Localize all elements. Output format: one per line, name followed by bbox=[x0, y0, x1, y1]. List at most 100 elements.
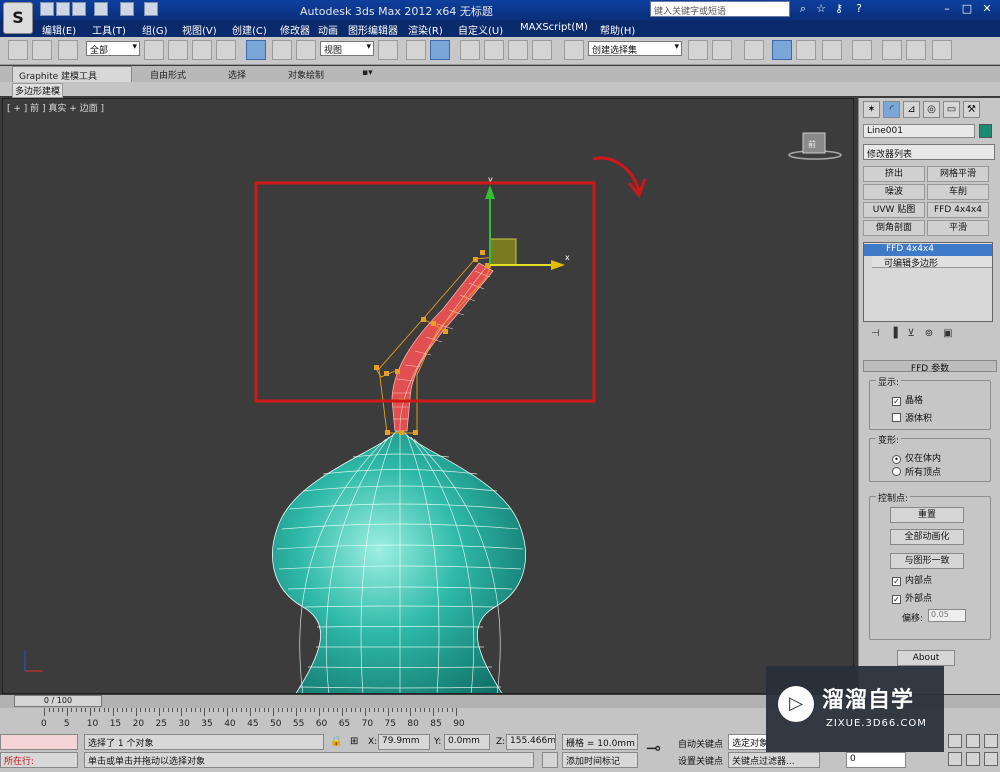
current-mode-field[interactable]: 所在行: bbox=[0, 752, 78, 768]
menu-modifiers[interactable]: 修改器 bbox=[280, 22, 310, 37]
menu-help[interactable]: 帮助(H) bbox=[600, 22, 635, 37]
menu-tools[interactable]: 工具(T) bbox=[92, 22, 126, 37]
reference-coordinate-dropdown[interactable]: 视图 bbox=[320, 41, 374, 56]
smooth-modifier-button[interactable]: 平滑 bbox=[927, 220, 989, 236]
mirror-icon[interactable] bbox=[688, 40, 708, 60]
undo-icon[interactable] bbox=[94, 2, 108, 16]
menu-views[interactable]: 视图(V) bbox=[182, 22, 217, 37]
menu-rendering[interactable]: 渲染(R) bbox=[408, 22, 443, 37]
offset-spinner[interactable]: 0.05 bbox=[928, 609, 966, 622]
rendered-frame-window-icon[interactable] bbox=[906, 40, 926, 60]
time-slider-knob[interactable]: 0 / 100 bbox=[14, 695, 102, 707]
app-logo[interactable]: S bbox=[3, 2, 33, 34]
window-crossing-icon[interactable] bbox=[216, 40, 236, 60]
unlink-icon[interactable] bbox=[32, 40, 52, 60]
tab-object-paint[interactable]: 对象绘制 bbox=[288, 68, 324, 81]
menu-animation[interactable]: 动画 bbox=[318, 22, 338, 37]
stack-item-ffd[interactable]: FFD 4x4x4 bbox=[864, 244, 992, 256]
conform-to-shape-button[interactable]: 与图形一致 bbox=[890, 553, 964, 569]
ribbon-options-icon[interactable]: ▪▾ bbox=[362, 68, 373, 78]
selected-set-dropdown[interactable]: 选定对象 bbox=[728, 734, 768, 750]
edit-named-selection-icon[interactable] bbox=[564, 40, 584, 60]
meshsmooth-modifier-button[interactable]: 网格平滑 bbox=[927, 166, 989, 182]
reset-button[interactable]: 重置 bbox=[890, 507, 964, 523]
keyboard-shortcut-override-icon[interactable] bbox=[430, 40, 450, 60]
maximize-icon[interactable]: □ bbox=[960, 2, 974, 16]
star-icon[interactable]: ☆ bbox=[814, 2, 828, 16]
redo-icon[interactable] bbox=[120, 2, 134, 16]
select-manipulate-icon[interactable] bbox=[406, 40, 426, 60]
object-color-swatch[interactable] bbox=[979, 124, 992, 138]
key-icon[interactable]: ⚷ bbox=[832, 2, 846, 16]
x-coordinate-field[interactable]: 79.9mm bbox=[378, 734, 430, 750]
uvw-map-modifier-button[interactable]: UVW 贴图 bbox=[863, 202, 925, 218]
maxscript-listener[interactable] bbox=[0, 734, 78, 750]
create-panel-icon[interactable]: ✶ bbox=[863, 101, 880, 118]
hierarchy-panel-icon[interactable]: ⊿ bbox=[903, 101, 920, 118]
menu-group[interactable]: 组(G) bbox=[142, 22, 168, 37]
utilities-panel-icon[interactable]: ⚒ bbox=[963, 101, 980, 118]
extrude-modifier-button[interactable]: 挤出 bbox=[863, 166, 925, 182]
auto-key-button[interactable]: 自动关键点 bbox=[678, 737, 723, 750]
open-file-icon[interactable] bbox=[56, 2, 70, 16]
selection-filter-dropdown[interactable]: 全部 bbox=[86, 41, 140, 56]
animate-all-button[interactable]: 全部动画化 bbox=[890, 529, 964, 545]
tab-graphite-modeling[interactable]: Graphite 建模工具 bbox=[12, 66, 132, 82]
lattice-checkbox[interactable]: ✓ 晶格 bbox=[892, 393, 923, 406]
noise-modifier-button[interactable]: 噪波 bbox=[863, 184, 925, 200]
menu-edit[interactable]: 编辑(E) bbox=[42, 22, 76, 37]
graphite-toggle-icon[interactable] bbox=[772, 40, 792, 60]
lathe-modifier-button[interactable]: 车削 bbox=[927, 184, 989, 200]
motion-panel-icon[interactable]: ◎ bbox=[923, 101, 940, 118]
binoculars-icon[interactable]: ⌕ bbox=[796, 2, 810, 16]
menu-maxscript[interactable]: MAXScript(M) bbox=[520, 22, 588, 33]
source-volume-checkbox[interactable]: 源体积 bbox=[892, 411, 932, 424]
display-panel-icon[interactable]: ▭ bbox=[943, 101, 960, 118]
set-key-button[interactable]: 设置关键点 bbox=[678, 754, 723, 767]
layer-manager-icon[interactable] bbox=[744, 40, 764, 60]
save-file-icon[interactable] bbox=[72, 2, 86, 16]
y-coordinate-field[interactable]: 0.0mm bbox=[444, 734, 490, 750]
link-icon[interactable] bbox=[8, 40, 28, 60]
modifier-list-dropdown[interactable]: 修改器列表 bbox=[863, 144, 995, 160]
absolute-mode-icon[interactable]: ⊞ bbox=[350, 736, 358, 747]
tab-freeform[interactable]: 自由形式 bbox=[150, 68, 186, 81]
bind-space-warp-icon[interactable] bbox=[58, 40, 78, 60]
curve-editor-icon[interactable] bbox=[796, 40, 816, 60]
modify-panel-icon[interactable]: ◜ bbox=[883, 101, 900, 118]
bevel-profile-modifier-button[interactable]: 倒角剖面 bbox=[863, 220, 925, 236]
help-icon[interactable]: ? bbox=[852, 2, 866, 16]
stack-item-editable-poly[interactable]: 可编辑多边形 bbox=[872, 256, 992, 269]
named-selection-dropdown[interactable]: 创建选择集 bbox=[588, 41, 682, 56]
tab-selection[interactable]: 选择 bbox=[228, 68, 246, 81]
ffd-rollout-header[interactable]: FFD 参数 bbox=[863, 360, 997, 374]
maximize-viewport-icon[interactable] bbox=[984, 752, 998, 766]
only-in-volume-radio[interactable]: • 仅在体内 bbox=[892, 451, 941, 464]
zoom-all-icon[interactable] bbox=[966, 734, 980, 748]
stem-mesh[interactable] bbox=[391, 262, 494, 432]
key-filters-button[interactable]: 关键点过滤器... bbox=[728, 752, 820, 768]
time-tag-icon[interactable] bbox=[542, 752, 558, 768]
align-icon[interactable] bbox=[712, 40, 732, 60]
all-vertices-radio[interactable]: 所有顶点 bbox=[892, 465, 941, 478]
outside-points-checkbox[interactable]: ✓ 外部点 bbox=[892, 591, 932, 604]
menu-graph-editors[interactable]: 图形编辑器 bbox=[348, 22, 398, 37]
zoom-extents-icon[interactable] bbox=[984, 734, 998, 748]
zoom-icon[interactable] bbox=[948, 734, 962, 748]
material-editor-icon[interactable] bbox=[852, 40, 872, 60]
vase-mesh[interactable] bbox=[272, 430, 526, 694]
scale-icon[interactable] bbox=[296, 40, 316, 60]
menu-create[interactable]: 创建(C) bbox=[232, 22, 267, 37]
select-by-name-icon[interactable] bbox=[168, 40, 188, 60]
render-production-icon[interactable] bbox=[932, 40, 952, 60]
menu-customize[interactable]: 自定义(U) bbox=[458, 22, 503, 37]
snaps-toggle-icon[interactable] bbox=[460, 40, 480, 60]
add-time-tag-field[interactable]: 添加时间标记 bbox=[562, 752, 638, 768]
set-key-icon[interactable]: ⊸ bbox=[646, 738, 661, 759]
new-file-icon[interactable] bbox=[40, 2, 54, 16]
current-frame-field[interactable]: 0 bbox=[846, 752, 906, 768]
angle-snap-icon[interactable] bbox=[484, 40, 504, 60]
object-name-field[interactable]: Line001 bbox=[863, 124, 975, 138]
minimize-icon[interactable]: – bbox=[940, 2, 954, 16]
select-object-icon[interactable] bbox=[144, 40, 164, 60]
